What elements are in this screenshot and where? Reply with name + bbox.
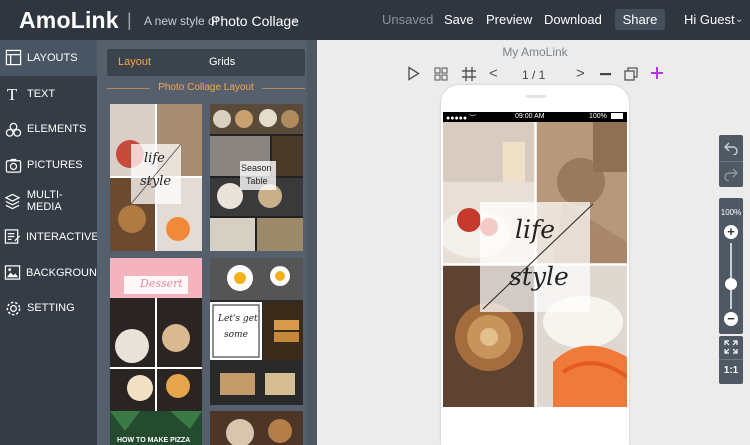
- unsaved-status: Unsaved: [382, 12, 434, 27]
- logo-divider: |: [127, 10, 132, 30]
- sidebar-item-label: SETTING: [27, 302, 75, 315]
- zoom-in-button[interactable]: +: [724, 225, 738, 239]
- sidebar-item-label: INTERACTIVE: [26, 230, 99, 243]
- sidebar-item-label: PICTURES: [27, 159, 83, 172]
- layouts-icon: [4, 49, 22, 67]
- sidebar-item-pictures[interactable]: PICTURES: [0, 147, 97, 183]
- layout-thumbnail[interactable]: Season Table: [210, 104, 303, 251]
- sidebar-item-setting[interactable]: SETTING: [0, 291, 97, 327]
- save-button[interactable]: Save: [444, 12, 474, 27]
- undo-icon[interactable]: [724, 141, 738, 160]
- layout-thumbnail[interactable]: HOW TO MAKE PIZZA: [110, 411, 202, 445]
- thumbnail-text: Let's get: [218, 314, 258, 324]
- sidebar-item-label: ELEMENTS: [27, 123, 87, 136]
- sidebar-item-label: BACKGROUND: [26, 266, 105, 279]
- previous-page-icon[interactable]: <: [489, 65, 498, 82]
- svg-text:T: T: [6, 85, 17, 102]
- sidebar-item-layouts[interactable]: LAYOUTS: [0, 40, 97, 76]
- zoom-slider-track[interactable]: [730, 243, 732, 309]
- status-time: 09:00 AM: [515, 113, 545, 120]
- phone-status-bar: ●●●●● ︶ 09:00 AM 100%: [443, 112, 627, 122]
- zoom-controls: 100% + −: [719, 198, 743, 334]
- thumbnail-text: Season: [241, 163, 272, 173]
- phone-speaker: [526, 95, 546, 98]
- grid-icon[interactable]: [462, 67, 476, 84]
- sidebar-item-elements[interactable]: ELEMENTS: [0, 112, 97, 148]
- project-title[interactable]: My AmoLink: [455, 45, 615, 59]
- thumbnail-text: style: [140, 174, 172, 189]
- zoom-level: 100%: [720, 208, 742, 217]
- page-indicator: 1 / 1: [522, 68, 546, 82]
- play-icon[interactable]: [407, 66, 420, 84]
- thumbnail-text: life: [144, 151, 165, 166]
- chevron-down-icon[interactable]: ⌄: [735, 14, 743, 25]
- tab-grids[interactable]: Grids: [209, 56, 235, 68]
- panel-scrollbar[interactable]: [307, 40, 317, 445]
- layout-thumbnail[interactable]: Let's get some: [210, 258, 303, 405]
- thumbnail-text: Dessert: [140, 277, 183, 290]
- actual-size-button[interactable]: 1:1: [719, 365, 743, 376]
- remove-page-icon[interactable]: [599, 67, 612, 84]
- share-button[interactable]: Share: [615, 9, 665, 30]
- gear-icon: [4, 299, 22, 317]
- layout-panel: Layout Grids Photo Collage Layout life s…: [97, 40, 317, 445]
- history-controls: [719, 135, 743, 187]
- interactive-icon: [4, 228, 21, 246]
- section-title: Photo Collage Layout: [107, 82, 305, 93]
- chevron-down-icon[interactable]: ⌄: [290, 14, 298, 25]
- thumbnail-image: [210, 411, 303, 445]
- sidebar-item-label: MULTI-MEDIA: [26, 189, 63, 214]
- add-page-icon[interactable]: [650, 66, 664, 83]
- layout-thumbnail[interactable]: life style: [110, 104, 202, 251]
- status-battery: 100%: [589, 113, 607, 120]
- redo-icon[interactable]: [724, 167, 738, 186]
- sidebar: LAYOUTS T TEXT ELEMENTS PICTURES MULTI-M…: [0, 40, 105, 445]
- thumbnail-text: HOW TO MAKE PIZZA: [117, 437, 191, 444]
- pictures-icon: [4, 156, 22, 174]
- sidebar-item-text[interactable]: T TEXT: [0, 76, 97, 112]
- next-page-icon[interactable]: >: [576, 65, 585, 82]
- download-button[interactable]: Download: [544, 12, 602, 27]
- thumbnail-text: some: [224, 330, 248, 340]
- background-icon: [4, 264, 21, 282]
- view-controls: 1:1: [719, 336, 743, 384]
- panel-tabs: Layout Grids: [107, 49, 305, 76]
- collage-text[interactable]: style: [509, 262, 569, 291]
- zoom-out-button[interactable]: −: [724, 312, 738, 326]
- product-selector[interactable]: Photo Collage: [211, 13, 299, 29]
- elements-icon: [4, 120, 22, 138]
- text-icon: T: [4, 85, 22, 103]
- tagline: A new style of: [144, 14, 219, 28]
- preview-button[interactable]: Preview: [486, 12, 532, 27]
- duplicate-page-icon[interactable]: [624, 67, 638, 84]
- user-menu[interactable]: Hi Guest: [684, 12, 735, 27]
- tab-layout[interactable]: Layout: [118, 56, 151, 68]
- collage-text[interactable]: life: [515, 215, 555, 244]
- sidebar-item-label: LAYOUTS: [27, 51, 78, 64]
- sidebar-item-interactive[interactable]: INTERACTIVE: [0, 219, 99, 255]
- sidebar-item-multimedia[interactable]: MULTI-MEDIA: [0, 183, 97, 219]
- sidebar-item-label: TEXT: [27, 87, 56, 100]
- top-bar: AmoLink | A new style of Photo Collage ⌄…: [0, 0, 750, 40]
- battery-icon: [611, 113, 623, 119]
- zoom-slider-handle[interactable]: [725, 278, 737, 290]
- layout-thumbnail[interactable]: [210, 411, 303, 445]
- multimedia-icon: [4, 192, 22, 210]
- thumbnail-text: Table: [246, 176, 268, 186]
- sidebar-item-background[interactable]: BACKGROUND: [0, 255, 105, 291]
- fit-screen-icon[interactable]: [724, 340, 738, 359]
- collage-canvas[interactable]: life style: [443, 122, 627, 407]
- thumbnails-view-icon[interactable]: [434, 67, 448, 84]
- app-logo[interactable]: AmoLink: [19, 7, 119, 34]
